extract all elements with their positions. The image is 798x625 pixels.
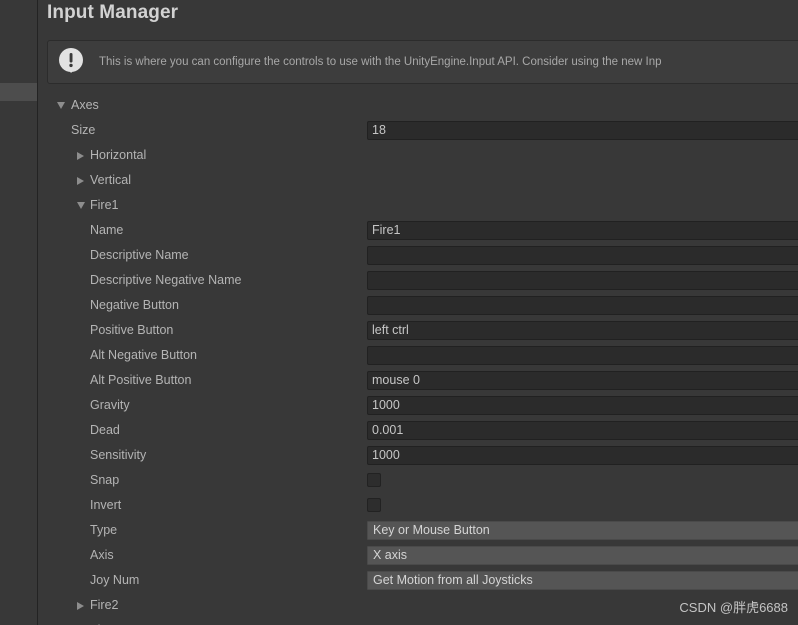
- left-panel-area-bottom[interactable]: [0, 101, 37, 625]
- label-name: Name: [90, 223, 124, 237]
- chevron-right-icon[interactable]: [77, 177, 84, 185]
- tree-row-vertical[interactable]: Vertical: [39, 168, 798, 193]
- chevron-down-icon[interactable]: [77, 202, 85, 209]
- property-row-name[interactable]: Name Fire1: [39, 218, 798, 243]
- axis-dropdown[interactable]: X axis: [367, 546, 798, 565]
- label-positive-button: Positive Button: [90, 323, 174, 337]
- label-snap: Snap: [90, 473, 120, 487]
- tree-label-fire3: Fire3: [90, 618, 118, 625]
- info-exclamation-icon: [57, 47, 87, 77]
- property-row-descriptive-negative-name[interactable]: Descriptive Negative Name: [39, 268, 798, 293]
- input-manager-inspector: Input Manager This is where you can conf…: [39, 0, 798, 625]
- property-row-negative-button[interactable]: Negative Button: [39, 293, 798, 318]
- tree-row-size[interactable]: Size 18: [39, 118, 798, 143]
- label-gravity: Gravity: [90, 398, 130, 412]
- property-row-positive-button[interactable]: Positive Button left ctrl: [39, 318, 798, 343]
- page-title: Input Manager: [47, 2, 179, 23]
- descriptive-name-input[interactable]: [367, 246, 798, 265]
- label-joy-num: Joy Num: [90, 573, 140, 587]
- property-row-invert[interactable]: Invert: [39, 493, 798, 518]
- tree-label-vertical: Vertical: [90, 173, 131, 187]
- tree-label-fire2: Fire2: [90, 598, 119, 612]
- label-sensitivity: Sensitivity: [90, 448, 147, 462]
- label-invert: Invert: [90, 498, 122, 512]
- descriptive-negative-name-input[interactable]: [367, 271, 798, 290]
- property-row-descriptive-name[interactable]: Descriptive Name: [39, 243, 798, 268]
- left-navigation-panel[interactable]: [0, 0, 38, 625]
- label-alt-positive-button: Alt Positive Button: [90, 373, 192, 387]
- label-axis: Axis: [90, 548, 114, 562]
- label-descriptive-negative-name: Descriptive Negative Name: [90, 273, 242, 287]
- property-row-sensitivity[interactable]: Sensitivity 1000: [39, 443, 798, 468]
- name-input[interactable]: Fire1: [367, 221, 798, 240]
- invert-checkbox[interactable]: [367, 498, 381, 512]
- property-row-gravity[interactable]: Gravity 1000: [39, 393, 798, 418]
- chevron-right-icon[interactable]: [77, 602, 84, 610]
- help-info-box: This is where you can configure the cont…: [47, 40, 798, 84]
- left-panel-selected-row[interactable]: [0, 83, 37, 101]
- tree-row-fire1[interactable]: Fire1: [39, 193, 798, 218]
- negative-button-input[interactable]: [367, 296, 798, 315]
- snap-checkbox[interactable]: [367, 473, 381, 487]
- property-row-alt-positive-button[interactable]: Alt Positive Button mouse 0: [39, 368, 798, 393]
- tree-row-axes[interactable]: Axes: [39, 93, 798, 118]
- property-row-joy-num[interactable]: Joy Num Get Motion from all Joysticks: [39, 568, 798, 593]
- property-row-axis[interactable]: Axis X axis: [39, 543, 798, 568]
- label-descriptive-name: Descriptive Name: [90, 248, 189, 262]
- type-dropdown[interactable]: Key or Mouse Button: [367, 521, 798, 540]
- help-message-text: This is where you can configure the cont…: [99, 56, 662, 68]
- label-size: Size: [71, 123, 96, 137]
- label-alt-negative-button: Alt Negative Button: [90, 348, 198, 362]
- left-panel-area-top[interactable]: [0, 0, 37, 83]
- dead-input[interactable]: 0.001: [367, 421, 798, 440]
- property-row-dead[interactable]: Dead 0.001: [39, 418, 798, 443]
- tree-row-fire3[interactable]: Fire3: [39, 618, 798, 625]
- tree-label-horizontal: Horizontal: [90, 148, 147, 162]
- joy-num-dropdown[interactable]: Get Motion from all Joysticks: [367, 571, 798, 590]
- label-type: Type: [90, 523, 118, 537]
- tree-label-fire1: Fire1: [90, 198, 119, 212]
- label-negative-button: Negative Button: [90, 298, 179, 312]
- property-row-alt-negative-button[interactable]: Alt Negative Button: [39, 343, 798, 368]
- chevron-right-icon[interactable]: [77, 152, 84, 160]
- tree-label-axes: Axes: [71, 98, 99, 112]
- size-input[interactable]: 18: [367, 121, 798, 140]
- property-row-snap[interactable]: Snap: [39, 468, 798, 493]
- label-dead: Dead: [90, 423, 120, 437]
- watermark-text: CSDN @胖虎6688: [679, 600, 788, 615]
- positive-button-input[interactable]: left ctrl: [367, 321, 798, 340]
- chevron-down-icon[interactable]: [57, 102, 65, 109]
- property-row-type[interactable]: Type Key or Mouse Button: [39, 518, 798, 543]
- alt-positive-button-input[interactable]: mouse 0: [367, 371, 798, 390]
- tree-row-horizontal[interactable]: Horizontal: [39, 143, 798, 168]
- alt-negative-button-input[interactable]: [367, 346, 798, 365]
- gravity-input[interactable]: 1000: [367, 396, 798, 415]
- sensitivity-input[interactable]: 1000: [367, 446, 798, 465]
